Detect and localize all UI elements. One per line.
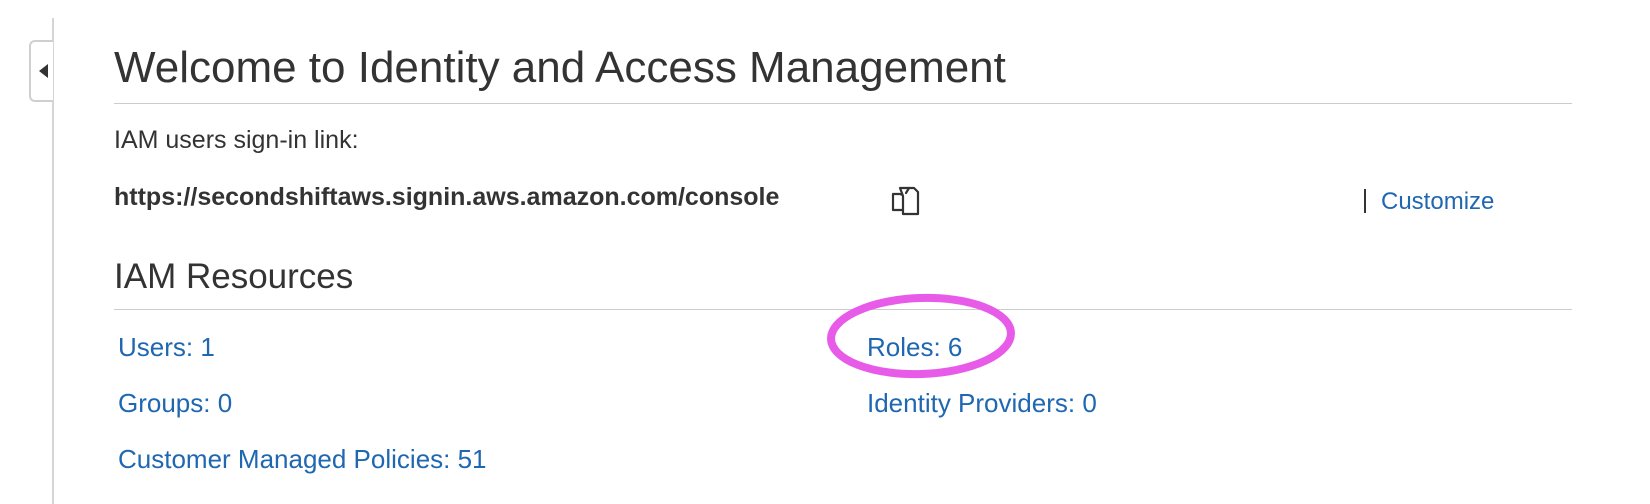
copy-icon[interactable]: [888, 184, 922, 218]
users-link[interactable]: Users: 1: [118, 330, 215, 364]
iam-dashboard: Welcome to Identity and Access Managemen…: [0, 0, 1650, 504]
page-title: Welcome to Identity and Access Managemen…: [114, 43, 1006, 92]
signin-url: https://secondshiftaws.signin.aws.amazon…: [114, 183, 780, 211]
customize-link[interactable]: Customize: [1381, 186, 1494, 218]
signin-link-label: IAM users sign-in link:: [114, 126, 359, 154]
chevron-left-icon: [39, 64, 48, 78]
separator-bar: [1364, 189, 1366, 213]
customer-managed-policies-link[interactable]: Customer Managed Policies: 51: [118, 442, 487, 476]
collapse-sidebar-button[interactable]: [29, 40, 53, 102]
identity-providers-link[interactable]: Identity Providers: 0: [867, 386, 1097, 420]
resources-divider: [114, 309, 1572, 310]
roles-link[interactable]: Roles: 6: [867, 330, 962, 364]
title-divider: [114, 103, 1572, 104]
groups-link[interactable]: Groups: 0: [118, 386, 232, 420]
resources-heading: IAM Resources: [114, 257, 354, 296]
